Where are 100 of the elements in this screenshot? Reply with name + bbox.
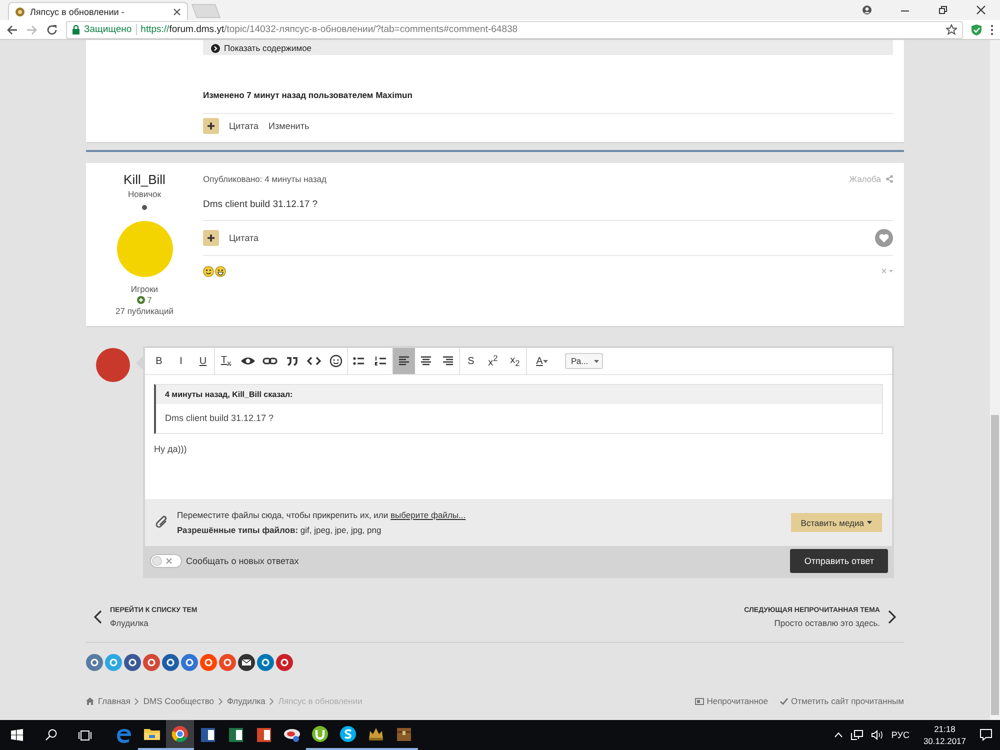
browser-tab[interactable]: Ляпсус в обновлении - <box>8 2 188 20</box>
share-icon[interactable] <box>162 654 179 671</box>
share-icon[interactable] <box>200 654 217 671</box>
notification-icon[interactable] <box>980 729 992 741</box>
grin-icon <box>215 266 226 276</box>
chevron-right-icon <box>269 698 274 704</box>
star-icon[interactable] <box>946 24 957 35</box>
spreadsheet-icon[interactable] <box>226 725 246 745</box>
smiley-icon <box>203 266 214 276</box>
address-bar[interactable]: Защищено https://forum.dms.yt/topic/14032-ляпсус-в-обновлении/?tab=comments#comment-64838 <box>66 20 963 38</box>
site-icon <box>15 6 25 16</box>
chat-icon[interactable] <box>338 724 358 744</box>
back-icon[interactable] <box>6 24 18 36</box>
breadcrumb-link[interactable]: DMS Сообщество <box>143 696 214 706</box>
restore-icon[interactable] <box>938 5 948 15</box>
member-group: Игроки <box>130 284 158 294</box>
caret-icon <box>542 360 548 362</box>
subscript-button[interactable]: x$_{2}$ <box>504 348 526 374</box>
document-icon[interactable] <box>198 725 218 745</box>
profile-icon[interactable] <box>862 5 872 15</box>
italic-button[interactable]: I <box>170 348 192 374</box>
url-text: https://forum.dms.yt/topic/14032-ляпсус-в-обновлении/?tab=comments#comment-64838 <box>140 24 518 35</box>
security-label: Защищено <box>84 24 132 35</box>
drop-hint: Переместите файлы сюда, чтобы прикрепить их, или выберите файлы... <box>177 510 466 520</box>
share-icon[interactable] <box>219 654 236 671</box>
search-icon[interactable] <box>45 729 57 741</box>
share-icon[interactable] <box>124 654 141 671</box>
quote-text: Dms client build 31.12.17 ? <box>164 412 275 425</box>
language-indicator[interactable]: РУС <box>891 730 910 740</box>
breadcrumb-link[interactable]: Флудилка <box>227 696 266 706</box>
share-icon[interactable] <box>181 654 198 671</box>
app-icon[interactable] <box>310 724 330 744</box>
network-icon[interactable] <box>851 730 864 740</box>
close-icon[interactable] <box>976 5 986 15</box>
superscript-button[interactable]: x$^{2}$ <box>482 348 504 374</box>
align-left-button[interactable] <box>393 348 415 374</box>
task-view-icon[interactable] <box>78 730 92 740</box>
notify-toggle[interactable] <box>150 554 182 568</box>
underline-button[interactable]: U <box>192 348 214 374</box>
volume-icon[interactable] <box>871 730 884 740</box>
clear-button[interactable]: T$_{x}$ <box>215 348 237 374</box>
share-icon[interactable] <box>257 654 274 671</box>
caret-icon <box>867 521 872 524</box>
post-action-link[interactable]: Изменить <box>268 121 310 131</box>
font-button[interactable]: Ра... <box>565 353 603 369</box>
author-name[interactable]: Kill_Bill <box>124 172 166 187</box>
check-icon <box>780 698 788 704</box>
home-icon <box>86 697 94 705</box>
share-icon[interactable] <box>276 654 293 671</box>
emoji-icon <box>327 352 345 370</box>
color-button[interactable]: A <box>527 348 557 374</box>
notify-label: Сообщать о новых ответах <box>186 556 299 566</box>
chevron-circle-icon <box>211 44 220 53</box>
browser-icon[interactable] <box>170 724 190 744</box>
plus-circle-icon <box>137 296 146 304</box>
menu-icon[interactable] <box>990 24 994 36</box>
reload-icon[interactable] <box>46 24 58 36</box>
strike-button[interactable]: S <box>460 348 482 374</box>
lock-icon <box>72 24 80 34</box>
spoiler-toggle[interactable]: Показать содержимое <box>224 43 312 53</box>
unread-icon <box>694 698 704 704</box>
chevron-right-icon <box>218 698 223 704</box>
shield-icon[interactable] <box>971 24 982 36</box>
quote-header: 4 минуты назад, Kill_Bill сказал: <box>156 385 882 404</box>
mark-read-link[interactable]: Отметить сайт прочитанным <box>790 696 904 706</box>
choose-files-link[interactable]: выберите файлы... <box>390 510 466 520</box>
share-icon[interactable] <box>86 654 103 671</box>
unread-link[interactable]: Непрочитанное <box>706 696 768 706</box>
post-action-link[interactable]: Цитата <box>229 121 259 131</box>
scrollbar[interactable] <box>990 40 1000 720</box>
reply-text: Ну да))) <box>154 444 188 454</box>
member-rank: Новичок <box>128 189 161 199</box>
post-count: 27 публикаций <box>116 306 174 316</box>
clock-date[interactable]: 30.12.2017 <box>923 736 966 746</box>
submit-reply-button[interactable]: Отправить ответ <box>790 549 888 573</box>
breadcrumb-link[interactable]: Главная <box>98 696 130 706</box>
chevron-left-icon <box>94 610 102 624</box>
caret-icon <box>594 360 600 362</box>
chevron-up-icon[interactable] <box>834 732 844 738</box>
insert-media-button[interactable]: Вставить медиа <box>790 513 882 532</box>
plus-button-icon[interactable] <box>203 230 219 246</box>
bold-button[interactable]: B <box>148 348 170 374</box>
clock-time[interactable]: 21:18 <box>934 724 956 734</box>
plus-button-icon[interactable] <box>203 118 219 134</box>
chevron-right-icon <box>888 610 896 624</box>
post-action-link[interactable]: Цитата <box>229 233 259 243</box>
share-icon[interactable] <box>143 654 160 671</box>
nav-topic-title: Просто оставлю это здесь. <box>774 618 880 628</box>
windows-logo-icon[interactable] <box>11 729 23 741</box>
reputation-count: 7 <box>147 295 152 305</box>
close-icon[interactable] <box>173 8 181 16</box>
presentation-icon[interactable] <box>254 725 274 745</box>
chevron-right-icon <box>134 698 140 704</box>
nav-topic-title: Флудилка <box>110 618 150 628</box>
x-icon <box>166 558 172 564</box>
post-date: Опубликовано: 4 минуты назад <box>203 174 326 184</box>
avatar-placeholder <box>96 348 130 382</box>
offline-status-dot <box>142 205 147 210</box>
email-share-icon[interactable] <box>238 654 255 671</box>
edited-note: Изменено 7 минут назад пользователем Maximun <box>203 90 414 100</box>
